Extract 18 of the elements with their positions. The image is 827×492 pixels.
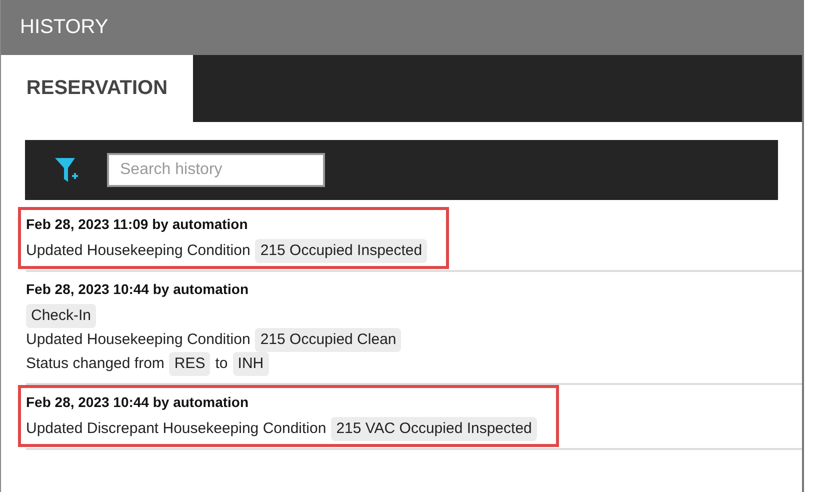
value-tag: RES: [169, 352, 210, 376]
value-tag: INH: [232, 352, 269, 376]
entry-text: Updated Discrepant Housekeeping Condition: [26, 419, 326, 439]
entry-heading: Feb 28, 2023 10:44 by automation: [26, 394, 250, 410]
tab[interactable]: RESERVATION: [1, 55, 193, 122]
value-tag: 215 Occupied Inspected: [255, 239, 428, 263]
value-tag: 215 VAC Occupied Inspected: [331, 417, 537, 441]
panel-title: HISTORY: [20, 16, 108, 39]
filter-add-icon[interactable]: [53, 156, 79, 184]
search-field[interactable]: Search history: [107, 153, 325, 187]
entry-text: to: [215, 354, 228, 374]
entry-heading: Feb 28, 2023 11:09 by automation: [26, 216, 249, 232]
entry-text: Status changed from: [26, 354, 164, 374]
entry-text: Updated Housekeeping Condition: [26, 241, 250, 261]
entry-heading: Feb 28, 2023 10:44 by automation: [26, 281, 250, 297]
value-tag: Check-In: [26, 304, 96, 328]
entry-text: Updated Housekeeping Condition: [26, 330, 250, 350]
value-tag: 215 Occupied Clean: [255, 328, 402, 352]
